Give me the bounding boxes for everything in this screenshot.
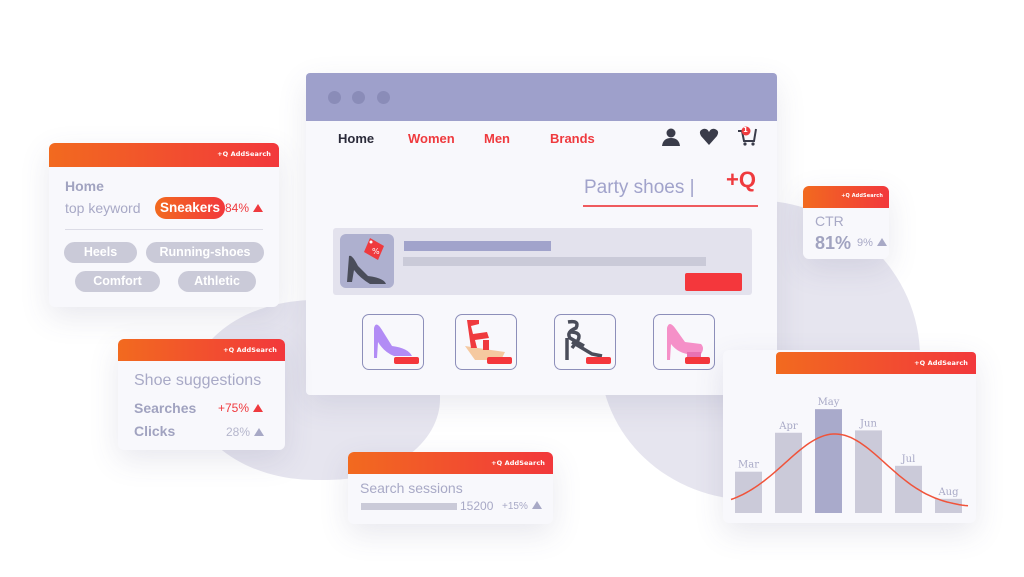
addsearch-logo: +Q AddSearch [223,346,277,354]
addsearch-logo: +Q AddSearch [841,193,883,199]
ctr-change: 9% [857,237,887,249]
nav-home[interactable]: Home [338,131,374,146]
searches-change: +75% [218,401,264,415]
promo-title-placeholder [404,241,551,251]
metric-value: 28% [226,425,251,439]
bar-aug [935,498,962,513]
price-tag [685,357,710,364]
bar-label-mar: Mar [738,460,759,471]
svg-text:%: % [372,247,380,256]
price-tag [586,357,611,364]
card-header: +Q AddSearch [118,339,285,361]
product-card[interactable] [554,314,616,370]
card-header: +Q AddSearch [803,186,889,208]
price-tag [394,357,419,364]
clicks-change: 28% [226,425,265,439]
tag-pill[interactable]: Comfort [75,271,160,292]
browser-titlebar [306,73,777,121]
metric-label: Clicks [134,423,176,439]
nav-women[interactable]: Women [408,131,455,146]
nav-brands[interactable]: Brands [550,131,595,146]
addsearch-logo: +Q AddSearch [217,150,271,158]
tag-pill[interactable]: Heels [64,242,137,263]
search-query: Party shoes | [584,177,695,198]
search-input[interactable]: Party shoes | +Q [583,167,758,207]
top-keyword-card: +Q AddSearch Home top keyword Sneakers 8… [49,143,279,307]
product-card[interactable] [362,314,424,370]
sale-shoe-image: % [340,234,394,288]
card-header: +Q AddSearch [49,143,279,167]
up-arrow-icon [253,204,264,212]
product-card[interactable] [455,314,517,370]
tag-pill[interactable]: Athletic [178,271,256,292]
nav-men[interactable]: Men [484,131,510,146]
bar-apr [775,432,802,513]
monthly-chart-card: +Q AddSearch Mar Apr May Jun Jul Aug [723,350,976,523]
bar-label-apr: Apr [778,421,798,432]
bar-mar [735,471,762,513]
up-arrow-icon [253,404,264,412]
card-title: Shoe suggestions [134,372,262,389]
browser-window: Home Women Men Brands 1 Party shoes | +Q… [306,73,777,395]
sessions-bar [361,503,457,510]
card-title: CTR [815,213,844,229]
sessions-value: 15200 [460,499,494,513]
bar-chart: Mar Apr May Jun Jul Aug [730,397,969,513]
keyword-label: top keyword [65,200,141,216]
promo-banner[interactable]: % [333,228,752,295]
up-arrow-icon [876,238,887,246]
sessions-change: +15% [502,501,542,512]
window-dot-icon [352,91,365,104]
up-arrow-icon [254,428,265,436]
trend-curve [730,433,969,507]
bar-label-aug: Aug [937,487,959,498]
keyword-badge[interactable]: Sneakers [155,197,226,219]
promo-buy-button[interactable] [685,273,742,291]
keyword-change: 84% [225,201,264,215]
sessions-change-value: +15% [502,501,528,512]
ctr-card: +Q AddSearch CTR 81% 9% [803,186,889,259]
card-title: Search sessions [360,480,463,496]
window-dot-icon [377,91,390,104]
bar-label-jul: Jul [901,454,916,465]
bar-label-jun: Jun [859,418,877,429]
price-tag [487,357,512,364]
addsearch-search-icon[interactable]: +Q [726,167,756,193]
ctr-value: 81% [815,233,852,253]
window-dot-icon [328,91,341,104]
promo-text-placeholder [403,257,706,266]
tag-pill[interactable]: Running-shoes [146,242,264,263]
shoe-suggestions-card: +Q AddSearch Shoe suggestions Searches +… [118,339,285,450]
card-title: Home [65,178,104,194]
cart-icon[interactable]: 1 [736,125,758,151]
cart-count-badge: 1 [743,126,748,134]
card-header: +Q AddSearch [348,452,553,474]
ctr-change-value: 9% [857,237,873,249]
discount-heel-icon: % [347,238,386,284]
keyword-change-value: 84% [225,201,250,215]
metric-label: Searches [134,400,197,416]
bar-label-may: May [818,397,840,408]
addsearch-logo: +Q AddSearch [491,459,545,467]
product-card[interactable] [653,314,715,370]
metric-value: +75% [218,401,250,415]
divider [65,229,263,230]
user-icon[interactable] [661,127,681,151]
search-sessions-card: +Q AddSearch Search sessions 15200 +15% [348,452,553,524]
bar-may [815,409,842,513]
up-arrow-icon [531,501,542,509]
heart-icon[interactable] [699,127,719,151]
